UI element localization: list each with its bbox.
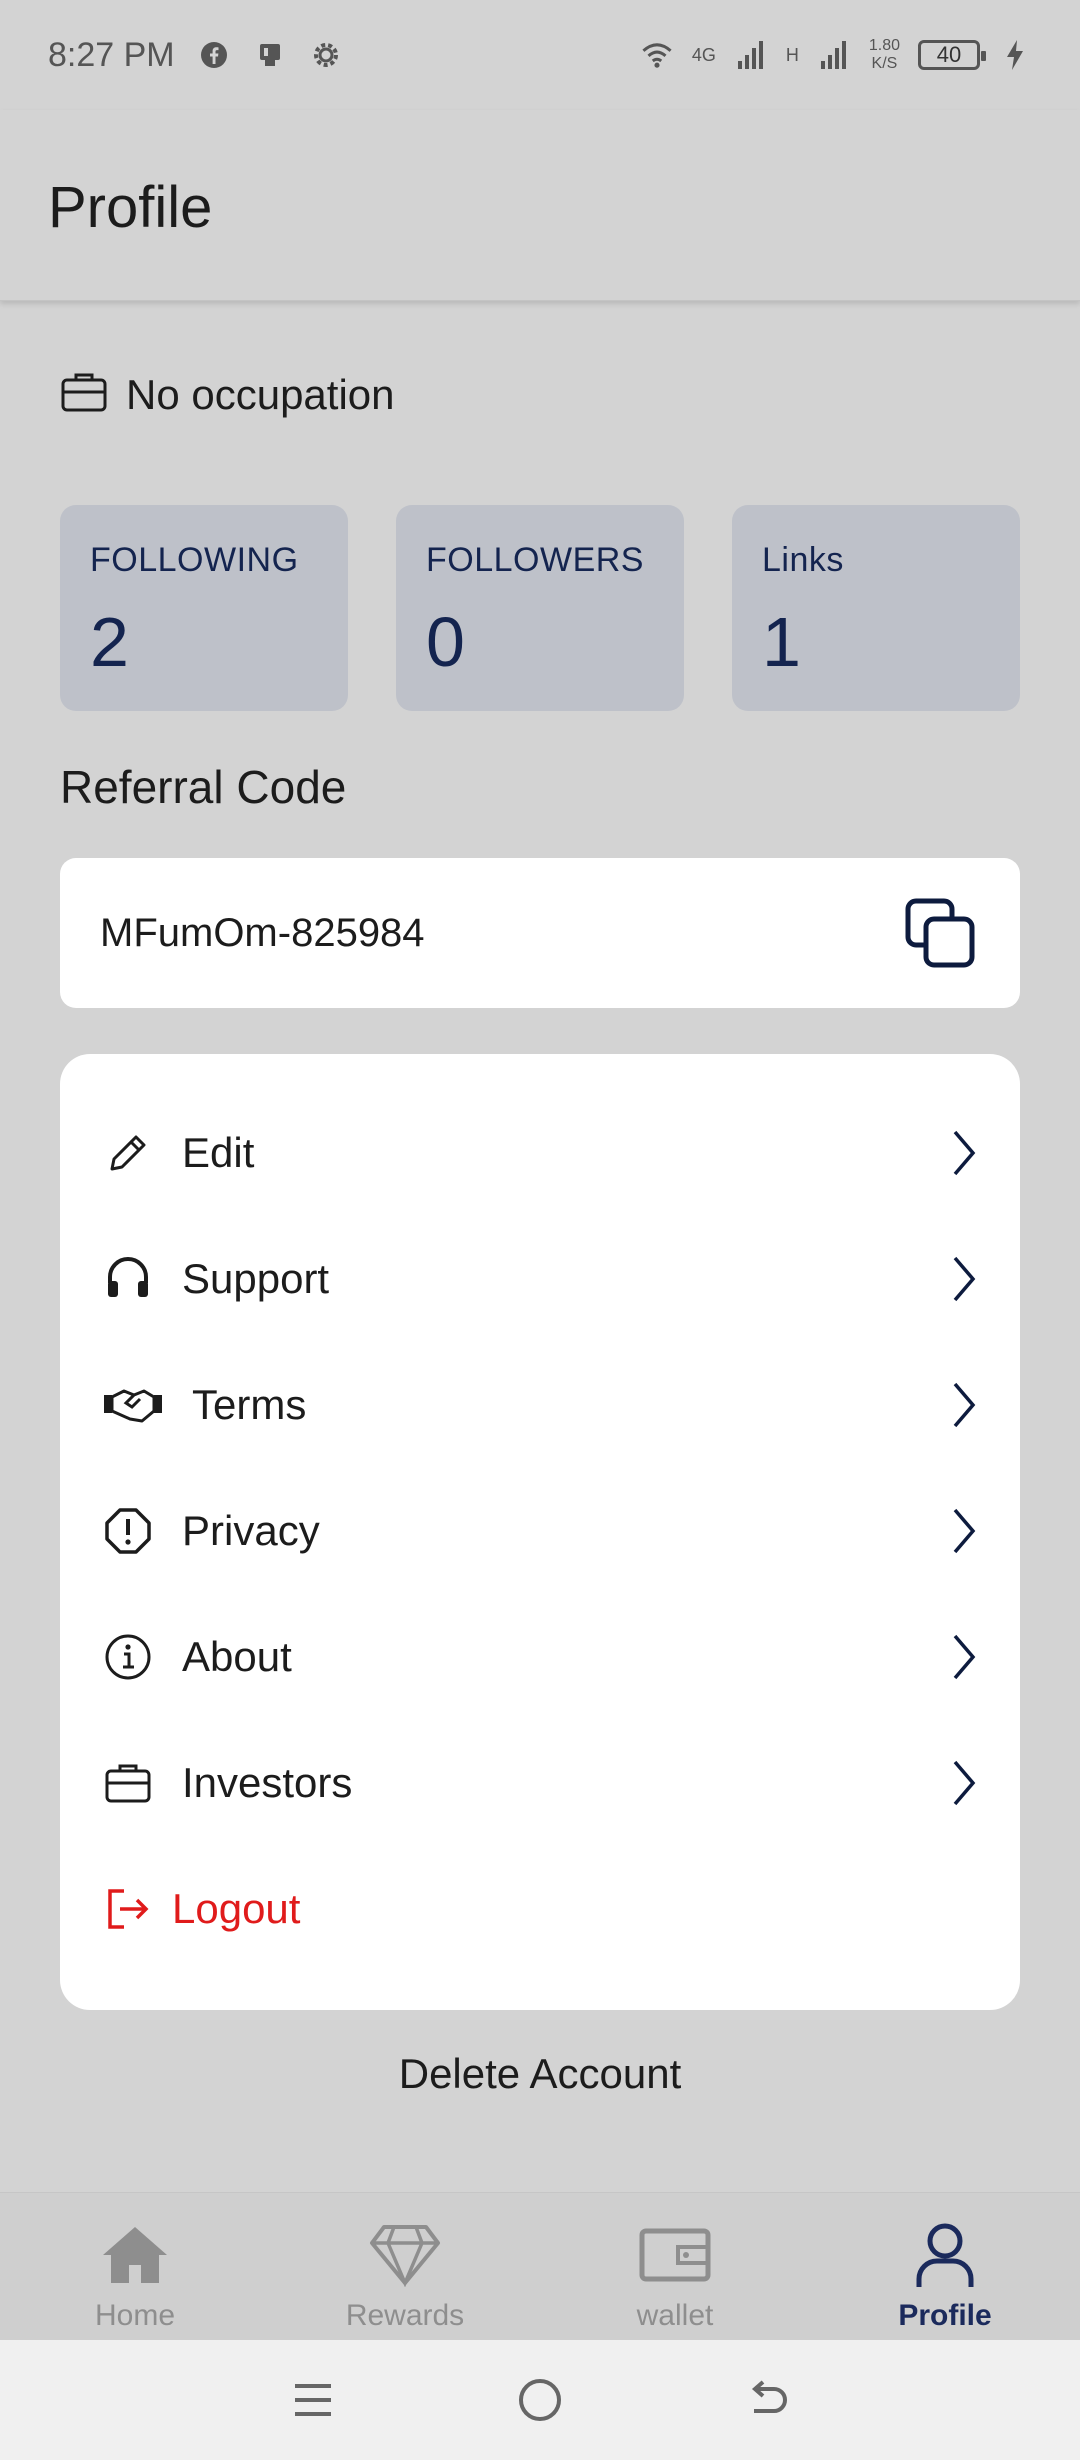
menu-label: Edit [182, 1129, 255, 1176]
referral-heading: Referral Code [60, 761, 347, 813]
network-h-label: H [785, 45, 799, 65]
headset-icon [102, 1253, 154, 1305]
referral-code-box: MFumOm-825984 [60, 858, 1020, 1008]
nav-label: Home [94, 2299, 176, 2332]
menu-item-edit[interactable]: Edit [60, 1090, 1020, 1216]
signal-icon [734, 38, 768, 72]
signal-icon-2 [817, 38, 851, 72]
nav-label: wallet [636, 2299, 714, 2332]
stat-label: Links [762, 541, 844, 579]
system-nav-bar [0, 2340, 1080, 2460]
chevron-right-icon [944, 1251, 984, 1307]
nav-item-wallet[interactable]: wallet [540, 2193, 810, 2341]
chevron-right-icon [944, 1629, 984, 1685]
diamond-icon [365, 2219, 445, 2291]
app-bar: Profile [0, 110, 1080, 301]
charging-bolt-icon [998, 38, 1032, 72]
stat-value: 1 [762, 603, 801, 681]
delete-account-button[interactable]: Delete Account [0, 2050, 1080, 2098]
menu-label: Terms [192, 1381, 307, 1428]
briefcase-icon [102, 1757, 154, 1809]
menu-label: Investors [182, 1759, 353, 1806]
network-4g-label: 4G [691, 45, 716, 65]
menu-item-privacy[interactable]: Privacy [60, 1468, 1020, 1594]
device-icon [253, 38, 287, 72]
user-icon [905, 2219, 985, 2291]
menu-label: Logout [172, 1885, 301, 1932]
page-title: Profile [48, 175, 213, 240]
pencil-icon [102, 1127, 154, 1179]
stat-card-followers[interactable]: FOLLOWERS 0 [396, 505, 684, 711]
referral-code: MFumOm-825984 [100, 910, 425, 955]
copy-icon[interactable] [900, 893, 980, 973]
menu-item-investors[interactable]: Investors [60, 1720, 1020, 1846]
status-bar: 8:27 PM 4G H 1.80 K/S 40 [0, 0, 1080, 110]
network-speed: 1.80 K/S [869, 37, 900, 72]
menu-item-logout[interactable]: Logout [60, 1846, 1020, 1972]
bottom-nav: Home Rewards wallet Profile [0, 2192, 1080, 2341]
home-icon [95, 2219, 175, 2291]
nav-item-rewards[interactable]: Rewards [270, 2193, 540, 2341]
status-right: 4G H 1.80 K/S 40 [640, 37, 1032, 72]
menu-item-support[interactable]: Support [60, 1216, 1020, 1342]
stat-value: 0 [426, 603, 465, 681]
status-left: 8:27 PM [48, 36, 343, 75]
speed-unit: K/S [871, 55, 898, 72]
logout-icon [102, 1883, 154, 1935]
home-circle-icon[interactable] [505, 2365, 575, 2435]
stat-card-links[interactable]: Links 1 [732, 505, 1020, 711]
occupation-row: No occupation [60, 370, 395, 419]
settings-gear-icon [309, 38, 343, 72]
menu-label: Privacy [182, 1507, 320, 1554]
menu-card: Edit Support Terms Privacy About Investo… [60, 1054, 1020, 2010]
wifi-icon [640, 38, 674, 72]
battery-level: 40 [936, 42, 962, 67]
stats-row: FOLLOWING 2 FOLLOWERS 0 Links 1 [60, 505, 1020, 711]
nav-item-profile[interactable]: Profile [810, 2193, 1080, 2341]
handshake-icon [102, 1379, 164, 1431]
wallet-icon [635, 2219, 715, 2291]
stat-card-following[interactable]: FOLLOWING 2 [60, 505, 348, 711]
menu-item-terms[interactable]: Terms [60, 1342, 1020, 1468]
back-icon[interactable] [732, 2365, 802, 2435]
alert-octagon-icon [102, 1505, 154, 1557]
nav-label: Profile [898, 2299, 992, 2332]
nav-label: Rewards [345, 2299, 465, 2332]
nav-item-home[interactable]: Home [0, 2193, 270, 2341]
chevron-right-icon [944, 1755, 984, 1811]
stat-value: 2 [90, 603, 129, 681]
chevron-right-icon [944, 1503, 984, 1559]
briefcase-icon [60, 370, 108, 419]
menu-icon[interactable] [278, 2365, 348, 2435]
facebook-icon [197, 38, 231, 72]
menu-label: About [182, 1633, 292, 1680]
chevron-right-icon [944, 1377, 984, 1433]
info-icon [102, 1631, 154, 1683]
stat-label: FOLLOWERS [426, 541, 644, 579]
menu-label: Support [182, 1255, 330, 1302]
menu-item-about[interactable]: About [60, 1594, 1020, 1720]
chevron-right-icon [944, 1125, 984, 1181]
battery-icon: 40 [918, 40, 986, 70]
status-time: 8:27 PM [48, 35, 175, 74]
speed-value: 1.80 [868, 37, 900, 55]
stat-label: FOLLOWING [90, 541, 299, 579]
occupation-text: No occupation [126, 370, 395, 418]
